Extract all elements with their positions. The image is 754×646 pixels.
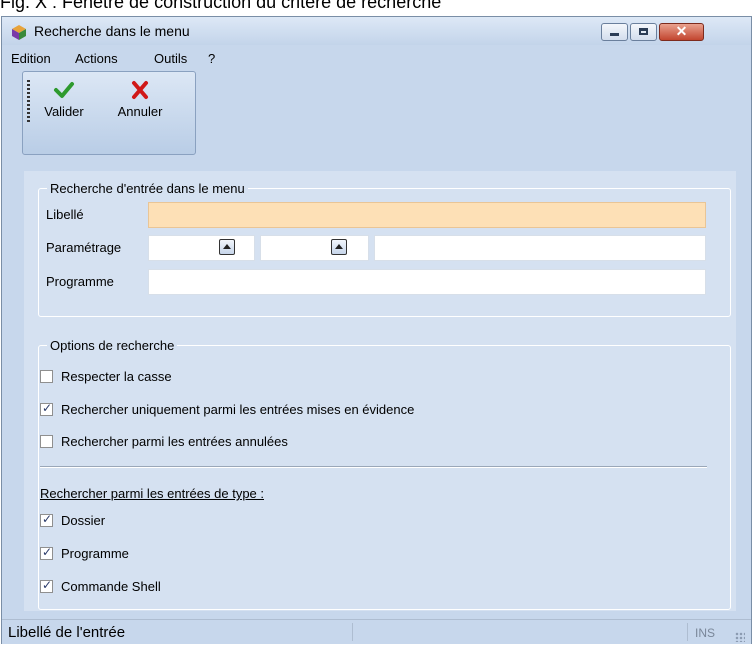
annuler-button[interactable]: Annuler: [109, 76, 171, 128]
resize-grip-icon[interactable]: [735, 632, 745, 642]
minimize-button[interactable]: [601, 23, 628, 41]
minimize-icon: [610, 33, 619, 36]
close-button[interactable]: ✕: [659, 23, 704, 41]
close-icon: ✕: [675, 23, 688, 39]
separator: [40, 466, 707, 468]
valider-button[interactable]: Valider: [33, 76, 95, 128]
menu-bar: Edition Actions Outils ?: [2, 47, 751, 67]
toolbar-grip[interactable]: [27, 80, 30, 124]
parametrage-label: Paramétrage: [46, 240, 122, 255]
checkbox-checked[interactable]: [40, 545, 53, 560]
menu-help[interactable]: ?: [208, 51, 215, 66]
types-label: Rechercher parmi les entrées de type :: [40, 486, 264, 501]
checkbox-checked[interactable]: [40, 512, 53, 527]
main-panel: Recherche d'entrée dans le menu Libellé …: [24, 171, 736, 611]
toolbar: Valider Annuler: [22, 71, 196, 155]
checkbox-checked[interactable]: [40, 401, 53, 416]
app-icon: [12, 25, 26, 40]
maximize-icon: [639, 28, 648, 35]
parametrage-spin-up-icon[interactable]: [219, 239, 235, 255]
checkbox[interactable]: [40, 435, 53, 448]
checkbox-checked[interactable]: [40, 578, 53, 593]
figure-caption: Fig. X : Fenêtre de construction du crit…: [0, 0, 442, 12]
checkmark-icon: [54, 82, 74, 98]
window-title: Recherche dans le menu: [34, 23, 190, 39]
valider-label: Valider: [44, 104, 84, 119]
search-window: Recherche dans le menu ✕ Edition Actions…: [1, 16, 752, 644]
status-divider: [687, 623, 688, 641]
libelle-input[interactable]: [148, 202, 706, 228]
title-bar[interactable]: Recherche dans le menu ✕: [2, 17, 751, 45]
insert-mode-indicator: INS: [695, 626, 716, 640]
parametrage-spin-up-icon[interactable]: [331, 239, 347, 255]
status-text: Libellé de l'entrée: [8, 624, 126, 641]
search-group-legend: Recherche d'entrée dans le menu: [50, 181, 245, 196]
annuler-label: Annuler: [117, 104, 163, 119]
menu-actions[interactable]: Actions: [75, 51, 118, 66]
menu-edition[interactable]: Edition: [11, 51, 51, 66]
checkbox[interactable]: [40, 370, 53, 383]
parametrage-input-1[interactable]: [148, 235, 255, 261]
status-divider: [352, 623, 353, 641]
parametrage-input-3[interactable]: [374, 235, 706, 261]
status-bar: Libellé de l'entrée INS: [2, 619, 751, 644]
maximize-button[interactable]: [630, 23, 657, 41]
libelle-label: Libellé: [46, 207, 84, 222]
menu-outils[interactable]: Outils: [154, 51, 187, 66]
options-group-legend: Options de recherche: [50, 338, 175, 353]
programme-input[interactable]: [148, 269, 706, 295]
parametrage-input-2[interactable]: [260, 235, 369, 261]
cross-icon: [132, 81, 148, 99]
programme-label: Programme: [46, 274, 114, 289]
